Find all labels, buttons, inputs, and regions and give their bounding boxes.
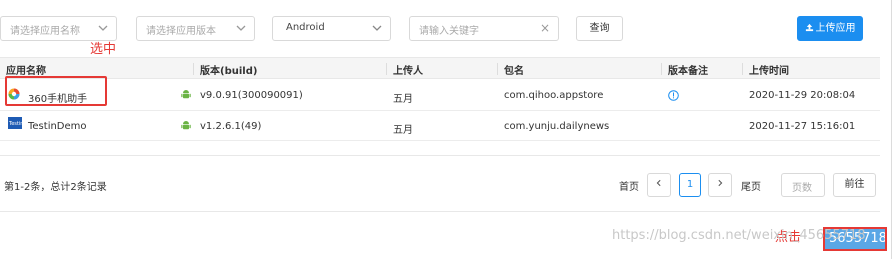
app-list-panel: 请选择应用名称 请选择应用版本 Android 请输入关键字 × 查询 上传应用… xyxy=(0,0,892,259)
info-icon[interactable] xyxy=(668,90,679,101)
search-button[interactable]: 查询 xyxy=(576,16,623,41)
header-app-name: 应用名称 xyxy=(6,66,46,77)
platform-select-value: Android xyxy=(286,22,325,33)
first-page-link[interactable]: 首页 xyxy=(619,178,639,193)
uploader-cell: 五月 xyxy=(393,94,413,105)
header-divider xyxy=(386,63,387,75)
app-version-select[interactable]: 请选择应用版本 xyxy=(136,16,255,41)
upload-app-button[interactable]: 上传应用 xyxy=(797,16,863,41)
svg-text:Testin: Testin xyxy=(8,121,22,127)
search-button-label: 查询 xyxy=(589,23,610,34)
last-page-link[interactable]: 尾页 xyxy=(741,178,761,193)
selection-highlight-box xyxy=(5,76,107,106)
go-to-page-button[interactable]: 前往 xyxy=(833,173,876,197)
header-package: 包名 xyxy=(504,66,524,77)
annotation-select-text: 选中 xyxy=(90,42,117,57)
go-to-page-label: 前往 xyxy=(844,179,865,190)
header-divider xyxy=(193,63,194,75)
app-name-cell[interactable]: TestinDemo xyxy=(28,121,87,132)
header-divider xyxy=(742,63,743,75)
upload-app-button-label: 上传应用 xyxy=(815,23,856,34)
upload-time-cell: 2020-11-27 15:16:01 xyxy=(749,121,856,132)
package-cell: com.qihoo.appstore xyxy=(504,90,604,101)
prev-page-button[interactable] xyxy=(647,173,671,197)
app-version-select-placeholder: 请选择应用版本 xyxy=(146,26,216,37)
chevron-left-icon xyxy=(656,179,661,187)
platform-select[interactable]: Android xyxy=(272,16,391,41)
header-upload-time: 上传时间 xyxy=(749,66,789,77)
app-testin-icon: Testin xyxy=(8,117,22,129)
table-row[interactable]: 360手机助手 v9.0.91(300090091) 五月 com.qihoo.… xyxy=(0,79,880,111)
android-icon xyxy=(181,90,191,99)
header-version: 版本(build) xyxy=(200,66,258,77)
pagination-bar: 第1-2条，总计2条记录 首页 1 尾页 页数 前往 xyxy=(0,155,880,212)
page-count-input[interactable]: 页数 xyxy=(781,173,825,197)
upload-time-cell: 2020-11-29 20:08:04 xyxy=(749,90,856,101)
header-divider xyxy=(497,63,498,75)
app-name-select-placeholder: 请选择应用名称 xyxy=(10,26,80,37)
table-header: 应用名称 版本(build) 上传人 包名 版本备注 上传时间 xyxy=(0,57,880,79)
version-cell: v1.2.6.1(49) xyxy=(200,121,262,132)
upload-icon xyxy=(805,23,813,32)
android-icon xyxy=(181,121,191,130)
header-version-note: 版本备注 xyxy=(668,66,708,77)
watermark-text: https://blog.csdn.net/weixin_45655718 xyxy=(612,228,866,243)
next-page-button[interactable] xyxy=(708,173,732,197)
current-page-number: 1 xyxy=(686,179,694,190)
chevron-right-icon xyxy=(718,179,723,187)
chevron-down-icon xyxy=(98,25,108,31)
keyword-input[interactable]: 请输入关键字 × xyxy=(409,16,559,41)
keyword-input-placeholder: 请输入关键字 xyxy=(419,26,479,37)
chevron-down-icon xyxy=(372,25,382,31)
pagination-summary: 第1-2条，总计2条记录 xyxy=(4,182,107,193)
chevron-down-icon xyxy=(236,25,246,31)
uploader-cell: 五月 xyxy=(393,125,413,136)
header-divider xyxy=(661,63,662,75)
package-cell: com.yunju.dailynews xyxy=(504,121,610,132)
page-count-placeholder: 页数 xyxy=(792,183,812,194)
version-cell: v9.0.91(300090091) xyxy=(200,90,303,101)
table-row[interactable]: Testin TestinDemo v1.2.6.1(49) 五月 com.yu… xyxy=(0,111,880,141)
header-uploader: 上传人 xyxy=(393,66,423,77)
clear-icon[interactable]: × xyxy=(540,21,550,35)
page-number-button[interactable]: 1 xyxy=(679,173,701,197)
